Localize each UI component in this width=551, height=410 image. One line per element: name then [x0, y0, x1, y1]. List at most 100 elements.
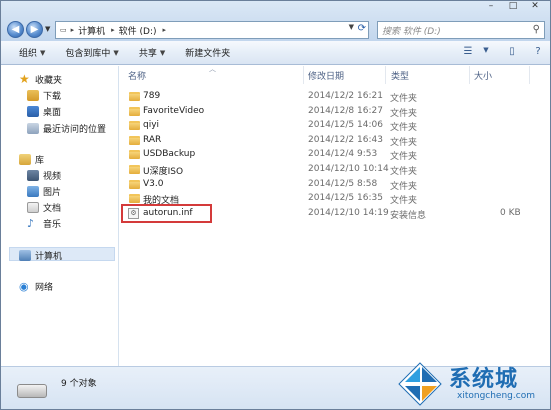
nav-favorites[interactable]: ★ 收藏夹 [19, 73, 62, 86]
table-row[interactable]: U深度ISO 2014/12/10 10:14 文件夹 [120, 163, 550, 177]
change-view-icon[interactable]: ☰ [460, 46, 476, 60]
network-icon: ◉ [19, 280, 29, 293]
watermark-en: xitongcheng.com [457, 391, 535, 401]
table-row[interactable]: FavoriteVideo 2014/12/8 16:27 文件夹 [120, 105, 550, 119]
computer-icon [19, 250, 31, 261]
file-modified: 2014/12/10 14:19 [308, 207, 389, 218]
file-modified: 2014/12/8 16:27 [308, 105, 383, 116]
organize-label: 组织 [19, 49, 38, 59]
file-name: V3.0 [143, 178, 164, 189]
nav-network[interactable]: ◉ 网络 [19, 280, 53, 293]
nav-label: 文档 [43, 204, 62, 214]
command-bar: 组织 ▼ 包含到库中 ▼ 共享 ▼ 新建文件夹 ☰ ▼ ▯ ? [1, 41, 550, 65]
pictures-library-icon [27, 186, 39, 197]
file-name: 789 [143, 91, 161, 101]
preview-pane-icon[interactable]: ▯ [504, 46, 520, 60]
file-name: qiyi [143, 120, 160, 131]
search-input[interactable]: 搜索 软件 (D:) ⚲ [377, 21, 545, 39]
drive-icon: ▭ [60, 26, 67, 34]
folder-icon [129, 106, 140, 116]
file-modified: 2014/12/2 16:21 [308, 91, 383, 101]
nav-music[interactable]: ♪ 音乐 [27, 217, 61, 230]
file-size: 0 KB [500, 207, 521, 218]
file-modified: 2014/12/5 14:06 [308, 120, 383, 131]
nav-label: 桌面 [43, 108, 62, 118]
nav-label: 下载 [43, 92, 62, 102]
breadcrumb-separator-icon[interactable]: ▸ [111, 26, 115, 34]
nav-downloads[interactable]: 下载 [27, 89, 61, 102]
file-type: 文件夹 [390, 152, 418, 163]
libraries-icon [19, 154, 31, 165]
column-header-type[interactable]: 类型 [386, 66, 470, 84]
column-type-label: 类型 [391, 71, 410, 82]
view-controls: ☰ ▼ ▯ ? [450, 46, 546, 60]
nav-videos[interactable]: 视频 [27, 169, 61, 182]
downloads-folder-icon [27, 90, 39, 101]
search-icon[interactable]: ⚲ [533, 24, 540, 35]
watermark: 系统城 xitongcheng.com [397, 359, 549, 409]
share-button[interactable]: 共享 ▼ [139, 46, 165, 60]
file-modified: 2014/12/10 10:14 [308, 164, 389, 174]
window-controls: – □ ✕ [480, 1, 546, 15]
column-header-size[interactable]: 大小 [470, 66, 530, 84]
table-row[interactable]: V3.0 2014/12/5 8:58 文件夹 [120, 178, 550, 192]
column-modified-label: 修改日期 [308, 71, 345, 82]
music-note-icon: ♪ [27, 217, 35, 230]
folder-icon [129, 194, 140, 204]
nav-recent-places[interactable]: 最近访问的位置 [27, 122, 106, 135]
chevron-down-icon: ▼ [113, 48, 119, 57]
nav-label: 最近访问的位置 [43, 125, 107, 135]
organize-button[interactable]: 组织 ▼ [19, 46, 45, 60]
breadcrumb-computer[interactable]: 计算机 [78, 24, 105, 37]
refresh-icon[interactable]: ⟳ [358, 23, 366, 34]
nav-libraries[interactable]: 库 [19, 153, 44, 166]
new-folder-button[interactable]: 新建文件夹 [185, 46, 230, 59]
help-icon[interactable]: ? [530, 46, 546, 60]
nav-label: 音乐 [43, 220, 62, 230]
column-header-modified[interactable]: 修改日期 [304, 66, 386, 84]
column-name-label: 名称 [128, 71, 147, 82]
nav-documents[interactable]: 文档 [27, 201, 61, 214]
recent-places-icon [27, 123, 39, 134]
minimize-button[interactable]: – [480, 1, 502, 15]
details-pane: 9 个对象 系统城 xitongcheng.com [1, 362, 550, 409]
address-dropdown-icon[interactable]: ▼ [349, 23, 354, 31]
star-icon: ★ [19, 72, 30, 86]
chevron-down-icon[interactable]: ▼ [478, 46, 494, 60]
table-row[interactable]: USDBackup 2014/12/4 9:53 文件夹 [120, 148, 550, 163]
maximize-button[interactable]: □ [502, 1, 524, 15]
file-modified: 2014/12/5 16:35 [308, 193, 383, 204]
close-button[interactable]: ✕ [524, 1, 546, 15]
folder-icon [129, 135, 140, 145]
nav-desktop[interactable]: 桌面 [27, 105, 61, 118]
object-count: 9 个对象 [61, 379, 97, 389]
nav-pictures[interactable]: 图片 [27, 185, 61, 198]
search-placeholder: 搜索 软件 (D:) [382, 26, 441, 37]
file-modified: 2014/12/5 8:58 [308, 178, 378, 189]
file-type: 文件夹 [390, 123, 418, 134]
table-row[interactable]: RAR 2014/12/2 16:43 文件夹 [120, 134, 550, 148]
include-in-library-button[interactable]: 包含到库中 ▼ [65, 46, 119, 60]
title-address-bar: – □ ✕ ◀ ▶ ▼ ▭ ▸ 计算机 ▸ 软件 (D:) ▸ ▼ ⟳ 搜索 软… [1, 1, 550, 41]
table-row[interactable]: 789 2014/12/2 16:21 文件夹 [120, 90, 550, 104]
breadcrumb-separator-icon[interactable]: ▸ [163, 26, 167, 34]
file-type: 文件夹 [390, 94, 418, 104]
documents-library-icon [27, 202, 39, 213]
file-modified: 2014/12/4 9:53 [308, 149, 378, 160]
file-type: 文件夹 [390, 196, 418, 207]
file-name: RAR [143, 134, 162, 145]
table-row[interactable]: qiyi 2014/12/5 14:06 文件夹 [120, 119, 550, 134]
address-bar[interactable]: ▭ ▸ 计算机 ▸ 软件 (D:) ▸ ▼ ⟳ [55, 21, 369, 39]
column-size-label: 大小 [474, 71, 493, 82]
nav-computer[interactable]: 计算机 [19, 249, 62, 262]
sort-arrow-icon: ︿ [209, 65, 216, 73]
breadcrumb-drive[interactable]: 软件 (D:) [119, 24, 157, 37]
recent-pages-dropdown[interactable]: ▼ [45, 25, 50, 33]
breadcrumb-separator-icon[interactable]: ▸ [71, 26, 75, 34]
column-header-name[interactable]: 名称 ︿ [120, 65, 304, 84]
back-button[interactable]: ◀ [7, 21, 24, 38]
file-type: 安装信息 [390, 210, 427, 221]
file-type: 文件夹 [390, 167, 418, 177]
file-name: FavoriteVideo [143, 105, 205, 116]
forward-button[interactable]: ▶ [26, 21, 43, 38]
